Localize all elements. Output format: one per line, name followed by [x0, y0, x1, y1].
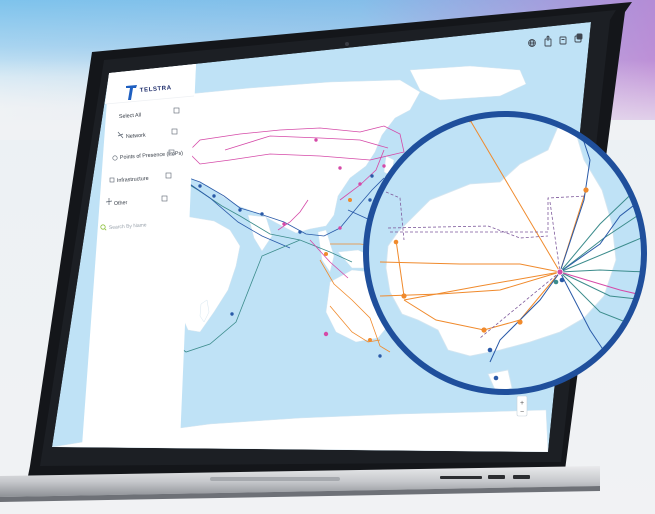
pop-marker: [393, 239, 399, 245]
pop-marker: [368, 198, 372, 202]
perth-pop-marker: [401, 293, 407, 299]
pop-marker: [358, 182, 362, 186]
zoom-in-button[interactable]: +: [520, 400, 524, 407]
pop-marker: [298, 230, 302, 234]
pop-marker: [324, 252, 328, 256]
pop-marker: [282, 222, 286, 226]
pop-marker: [260, 212, 264, 216]
zoom-controls: + −: [516, 395, 528, 417]
pop-marker: [348, 198, 352, 202]
sydney-pop-marker: [556, 268, 564, 276]
brisbane-pop-marker: [583, 187, 589, 193]
melbourne-pop-marker: [517, 319, 523, 325]
pop-marker: [378, 354, 382, 358]
pop-marker: [553, 279, 559, 285]
webcam: [345, 42, 349, 46]
laptop-port: [513, 475, 530, 479]
pop-marker: [323, 331, 329, 337]
pop-marker: [368, 338, 372, 342]
pop-marker: [338, 226, 342, 230]
pop-marker: [198, 184, 202, 188]
zoom-out-button[interactable]: −: [520, 409, 524, 416]
adelaide-pop-marker: [481, 327, 487, 333]
pop-marker: [382, 164, 386, 168]
pop-marker: [238, 208, 242, 212]
pop-marker: [487, 347, 493, 353]
sidebar-item-label: Other: [114, 200, 128, 207]
pop-marker: [230, 312, 234, 316]
laptop-scene: TELSTRA Select All Network Points of Pre…: [0, 2, 647, 502]
pop-marker: [338, 166, 342, 170]
pop-marker: [314, 138, 318, 142]
pop-marker: [559, 277, 565, 283]
laptop-port: [440, 476, 482, 479]
pop-marker: [212, 194, 216, 198]
pop-marker: [493, 375, 499, 381]
laptop-port: [488, 475, 505, 479]
pop-marker: [370, 174, 374, 178]
